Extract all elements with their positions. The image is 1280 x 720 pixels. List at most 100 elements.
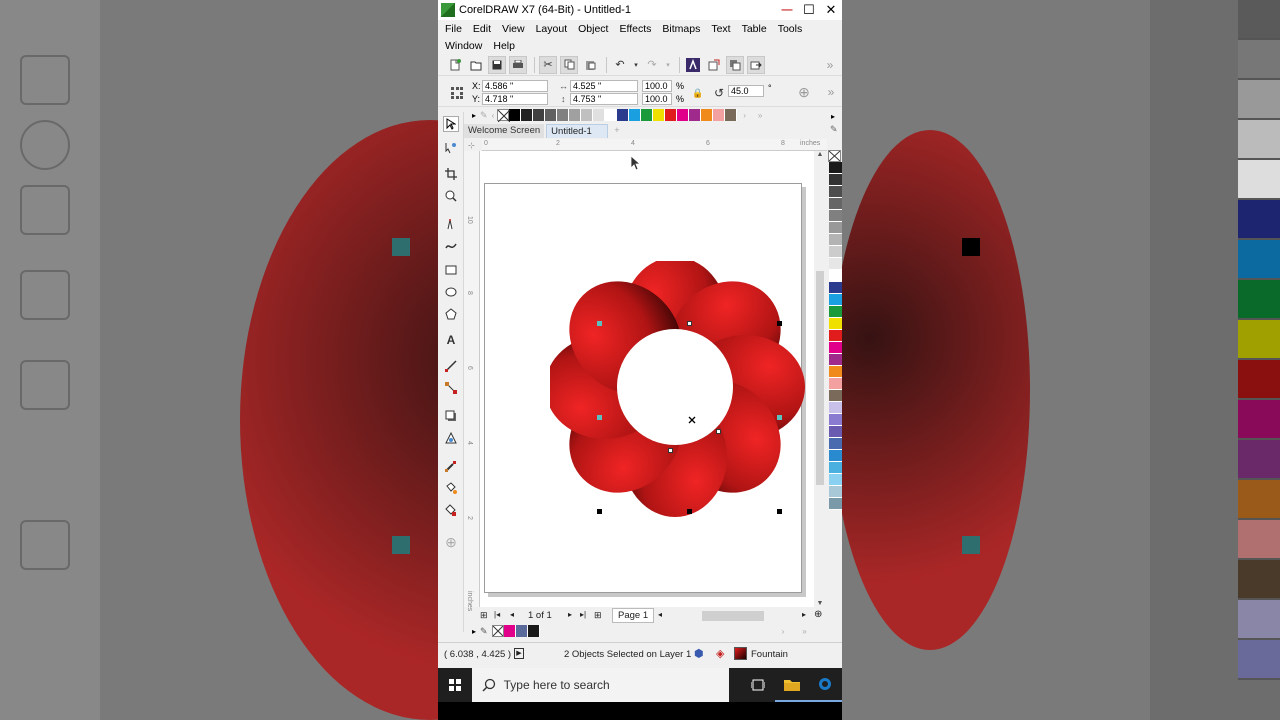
color-swatch[interactable] bbox=[665, 109, 678, 121]
scale-x-field[interactable]: 100.0 bbox=[642, 80, 672, 92]
color-swatch[interactable] bbox=[629, 109, 642, 121]
scroll-down-icon[interactable]: ▼ bbox=[814, 600, 826, 607]
node-handle[interactable] bbox=[597, 415, 602, 420]
lock-ratio-icon[interactable]: 🔒 bbox=[689, 84, 707, 102]
palette-right-arrow-icon[interactable]: › bbox=[743, 111, 746, 120]
side-eyedropper-icon[interactable]: ✎ bbox=[830, 124, 838, 135]
menu-view[interactable]: View bbox=[502, 23, 525, 35]
eyedropper-icon[interactable]: ✎ bbox=[480, 110, 488, 121]
interactive-fill-icon[interactable] bbox=[443, 480, 459, 496]
color-swatch[interactable] bbox=[829, 438, 842, 450]
color-swatch[interactable] bbox=[515, 625, 528, 637]
scale-y-field[interactable]: 100.0 bbox=[642, 93, 672, 105]
doc-palette-more-icon[interactable]: » bbox=[802, 627, 806, 636]
color-swatch[interactable] bbox=[829, 498, 842, 510]
color-swatch[interactable] bbox=[829, 174, 842, 186]
vertical-scroll-thumb[interactable] bbox=[816, 271, 824, 485]
hscroll-right-icon[interactable]: ▸ bbox=[802, 610, 806, 619]
color-swatch[interactable] bbox=[677, 109, 690, 121]
page-tab[interactable]: Page 1 bbox=[612, 608, 655, 623]
menu-window[interactable]: Window bbox=[445, 40, 482, 52]
shape-tool-icon[interactable] bbox=[443, 140, 459, 156]
next-page-icon[interactable]: ▸ bbox=[568, 610, 572, 619]
paste-icon[interactable] bbox=[581, 56, 599, 74]
node-handle[interactable] bbox=[777, 415, 782, 420]
color-swatch[interactable] bbox=[545, 109, 558, 121]
color-swatch[interactable] bbox=[829, 246, 842, 258]
color-proof-icon[interactable]: ⬢ bbox=[694, 647, 704, 660]
color-swatch[interactable] bbox=[569, 109, 582, 121]
rotation-field[interactable]: 45.0 bbox=[728, 85, 764, 97]
color-swatch[interactable] bbox=[829, 402, 842, 414]
drawing-canvas[interactable] bbox=[480, 151, 826, 607]
menu-bitmaps[interactable]: Bitmaps bbox=[662, 23, 700, 35]
menu-layout[interactable]: Layout bbox=[536, 23, 568, 35]
first-page-icon[interactable]: |◂ bbox=[494, 610, 500, 619]
menu-effects[interactable]: Effects bbox=[619, 23, 651, 35]
color-swatch[interactable] bbox=[533, 109, 546, 121]
last-page-icon[interactable]: ▸| bbox=[580, 610, 586, 619]
parallel-dimension-icon[interactable] bbox=[443, 358, 459, 374]
export-icon[interactable] bbox=[726, 55, 744, 74]
width-field[interactable]: 4.525 " bbox=[570, 80, 638, 92]
hscroll-left-icon[interactable]: ◂ bbox=[658, 610, 662, 619]
selection-handle[interactable] bbox=[597, 509, 602, 514]
color-swatch[interactable] bbox=[829, 294, 842, 306]
color-swatch[interactable] bbox=[829, 354, 842, 366]
palette-left-arrow-icon[interactable]: ‹ bbox=[492, 111, 495, 120]
artistic-media-icon[interactable] bbox=[443, 238, 459, 254]
coreldraw-taskbar-icon[interactable] bbox=[808, 668, 842, 702]
color-swatch[interactable] bbox=[829, 318, 842, 330]
color-swatch[interactable] bbox=[581, 109, 594, 121]
y-position-field[interactable]: 4.718 " bbox=[482, 93, 548, 105]
color-swatch[interactable] bbox=[829, 162, 842, 174]
drop-shadow-icon[interactable] bbox=[443, 408, 459, 424]
menu-object[interactable]: Object bbox=[578, 23, 608, 35]
color-swatch[interactable] bbox=[829, 306, 842, 318]
color-swatch[interactable] bbox=[829, 210, 842, 222]
color-swatch[interactable] bbox=[829, 378, 842, 390]
color-swatch[interactable] bbox=[829, 330, 842, 342]
color-swatch[interactable] bbox=[829, 186, 842, 198]
no-fill-swatch[interactable] bbox=[497, 109, 511, 122]
color-swatch[interactable] bbox=[829, 486, 842, 498]
windows-start-icon[interactable] bbox=[438, 668, 472, 702]
add-preset-icon[interactable]: ⊕ bbox=[795, 83, 813, 101]
palette-expand-icon[interactable]: ▸ bbox=[831, 112, 835, 121]
zoom-tool-icon[interactable] bbox=[443, 188, 459, 204]
file-explorer-icon[interactable] bbox=[774, 668, 809, 702]
color-swatch[interactable] bbox=[829, 426, 842, 438]
prev-page-icon[interactable]: ◂ bbox=[510, 610, 514, 619]
menu-text[interactable]: Text bbox=[711, 23, 730, 35]
color-swatch[interactable] bbox=[527, 625, 540, 637]
page-add-before-icon[interactable]: ⊞ bbox=[480, 610, 488, 621]
color-swatch[interactable] bbox=[829, 414, 842, 426]
origin-reference-icon[interactable] bbox=[448, 84, 466, 102]
cut-icon[interactable]: ✂ bbox=[539, 55, 557, 74]
node-handle[interactable] bbox=[687, 321, 692, 326]
toolbar-overflow-icon[interactable]: » bbox=[821, 56, 839, 74]
node-handle[interactable] bbox=[597, 321, 602, 326]
scroll-up-icon[interactable]: ▲ bbox=[814, 151, 826, 158]
menu-tools[interactable]: Tools bbox=[778, 23, 803, 35]
horizontal-scroll-thumb[interactable] bbox=[702, 611, 764, 621]
color-swatch[interactable] bbox=[829, 234, 842, 246]
color-swatch[interactable] bbox=[829, 282, 842, 294]
page-add-after-icon[interactable]: ⊞ bbox=[594, 610, 602, 621]
doc-eyedropper-icon[interactable]: ✎ bbox=[480, 626, 488, 637]
color-swatch[interactable] bbox=[829, 270, 842, 282]
doc-palette-scroll-icon[interactable]: › bbox=[782, 627, 785, 636]
doc-no-fill-swatch[interactable] bbox=[491, 625, 504, 637]
no-color-swatch[interactable] bbox=[828, 150, 841, 162]
tab-untitled-1[interactable]: Untitled-1 bbox=[546, 124, 609, 138]
print-icon[interactable] bbox=[509, 55, 527, 74]
color-swatch[interactable] bbox=[641, 109, 654, 121]
flower-artwork[interactable] bbox=[550, 261, 810, 521]
ruler-origin-icon[interactable]: ⊹ bbox=[468, 141, 475, 150]
transparency-tool-icon[interactable] bbox=[443, 430, 459, 446]
ellipse-tool-icon[interactable] bbox=[443, 284, 459, 300]
selection-handle[interactable] bbox=[777, 321, 782, 326]
color-swatch[interactable] bbox=[829, 342, 842, 354]
rectangle-tool-icon[interactable] bbox=[443, 262, 459, 278]
color-swatch[interactable] bbox=[829, 198, 842, 210]
